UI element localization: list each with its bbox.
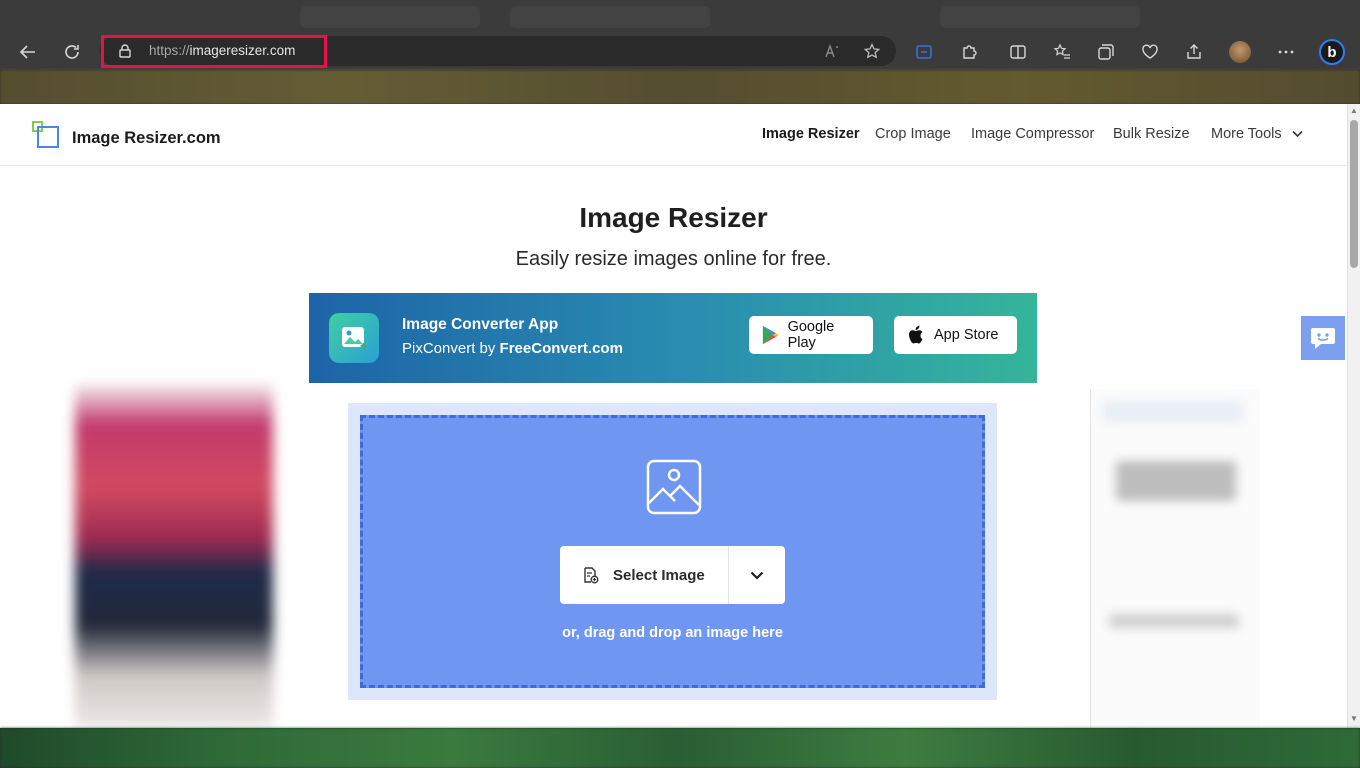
banner-subtitle: PixConvert by FreeConvert.com (402, 340, 623, 357)
collections-button[interactable] (1092, 38, 1120, 66)
browser-essentials-button[interactable] (910, 38, 938, 66)
drop-zone[interactable]: Select Image or, drag and drop an image … (360, 415, 985, 688)
nav-more-tools-label: More Tools (1211, 126, 1282, 142)
browser-tab[interactable] (300, 6, 480, 28)
share-icon (1187, 44, 1201, 59)
site-header: Image Resizer.com Image Resizer Crop Ima… (0, 104, 1347, 166)
url-text[interactable]: https://imageresizer.com (149, 43, 295, 58)
copilot-icon (916, 45, 932, 59)
image-placeholder-icon (646, 459, 702, 515)
scroll-up-arrow-icon[interactable]: ▲ (1350, 107, 1358, 115)
profile-button[interactable] (1226, 38, 1254, 66)
split-screen-icon (1010, 45, 1026, 59)
settings-more-button[interactable] (1272, 38, 1300, 66)
app-promo-banner[interactable]: Image Converter App PixConvert by FreeCo… (309, 293, 1037, 383)
scroll-down-arrow-icon[interactable]: ▼ (1350, 715, 1358, 723)
chat-bubble-icon (1311, 328, 1335, 349)
file-add-icon (584, 566, 599, 583)
select-image-button-group: Select Image (560, 546, 785, 604)
nav-more-tools[interactable]: More Tools (1211, 126, 1303, 142)
favorite-star-button[interactable] (858, 37, 886, 65)
chat-support-button[interactable] (1301, 316, 1345, 360)
page-subtitle: Easily resize images online for free. (515, 248, 832, 270)
back-button[interactable] (14, 38, 42, 66)
more-dots-icon (1278, 50, 1294, 54)
ad-blur-block (1109, 614, 1239, 628)
bookmarks-bar (0, 70, 1360, 104)
browser-tab-strip (0, 0, 1360, 34)
refresh-button[interactable] (58, 38, 86, 66)
avatar (1229, 41, 1251, 63)
google-play-button[interactable]: Google Play (749, 316, 873, 354)
refresh-icon (65, 45, 79, 59)
read-aloud-button[interactable] (818, 37, 846, 65)
upload-area: Select Image or, drag and drop an image … (348, 403, 997, 700)
select-image-button[interactable]: Select Image (560, 546, 728, 604)
favorites-button[interactable] (1048, 38, 1076, 66)
split-screen-button[interactable] (1004, 38, 1032, 66)
performance-button[interactable] (1136, 38, 1164, 66)
favorites-list-icon (1053, 43, 1070, 59)
apple-icon (909, 325, 923, 344)
upload-source-dropdown[interactable] (729, 546, 785, 604)
right-advertisement[interactable] (1090, 389, 1260, 728)
pixconvert-app-icon (329, 313, 379, 363)
page-scrollbar[interactable]: ▲ ▼ (1347, 104, 1360, 728)
left-advertisement[interactable] (75, 384, 273, 728)
star-icon (864, 43, 880, 59)
select-image-label: Select Image (613, 566, 705, 584)
app-store-label: App Store (934, 327, 999, 343)
os-taskbar (0, 728, 1360, 768)
extensions-button[interactable] (955, 38, 983, 66)
browser-tab[interactable] (940, 6, 1140, 28)
ad-blur-block (1116, 461, 1236, 501)
chevron-down-icon (750, 571, 764, 580)
read-aloud-icon (825, 43, 838, 58)
collections-icon (1098, 44, 1114, 60)
google-play-icon (762, 325, 779, 345)
page-title: Image Resizer (579, 202, 768, 233)
google-play-label: Google Play (787, 319, 835, 351)
bing-icon: b (1319, 39, 1345, 65)
puzzle-icon (963, 45, 977, 59)
back-arrow-icon (19, 45, 35, 59)
browser-tab[interactable] (510, 6, 710, 28)
scroll-thumb[interactable] (1350, 120, 1358, 268)
banner-sub-brand: FreeConvert.com (499, 340, 623, 357)
banner-sub-prefix: PixConvert by (402, 340, 500, 357)
ad-blur-block (1103, 401, 1243, 423)
web-page: Image Resizer.com Image Resizer Crop Ima… (0, 104, 1347, 728)
logo-text[interactable]: Image Resizer.com (72, 129, 221, 148)
bing-button[interactable]: b (1318, 38, 1346, 66)
url-scheme: https:// (149, 43, 190, 58)
heart-pulse-icon (1142, 44, 1158, 59)
nav-image-compressor[interactable]: Image Compressor (971, 126, 1094, 142)
nav-image-resizer[interactable]: Image Resizer (762, 126, 860, 142)
app-store-button[interactable]: App Store (894, 316, 1017, 354)
url-host: imageresizer.com (189, 43, 296, 58)
drag-drop-hint: or, drag and drop an image here (562, 625, 783, 641)
banner-title: Image Converter App (402, 316, 559, 333)
chevron-down-icon (1292, 131, 1303, 138)
nav-bulk-resize[interactable]: Bulk Resize (1113, 126, 1190, 142)
nav-crop-image[interactable]: Crop Image (875, 126, 951, 142)
logo-icon (32, 121, 59, 148)
share-button[interactable] (1180, 38, 1208, 66)
